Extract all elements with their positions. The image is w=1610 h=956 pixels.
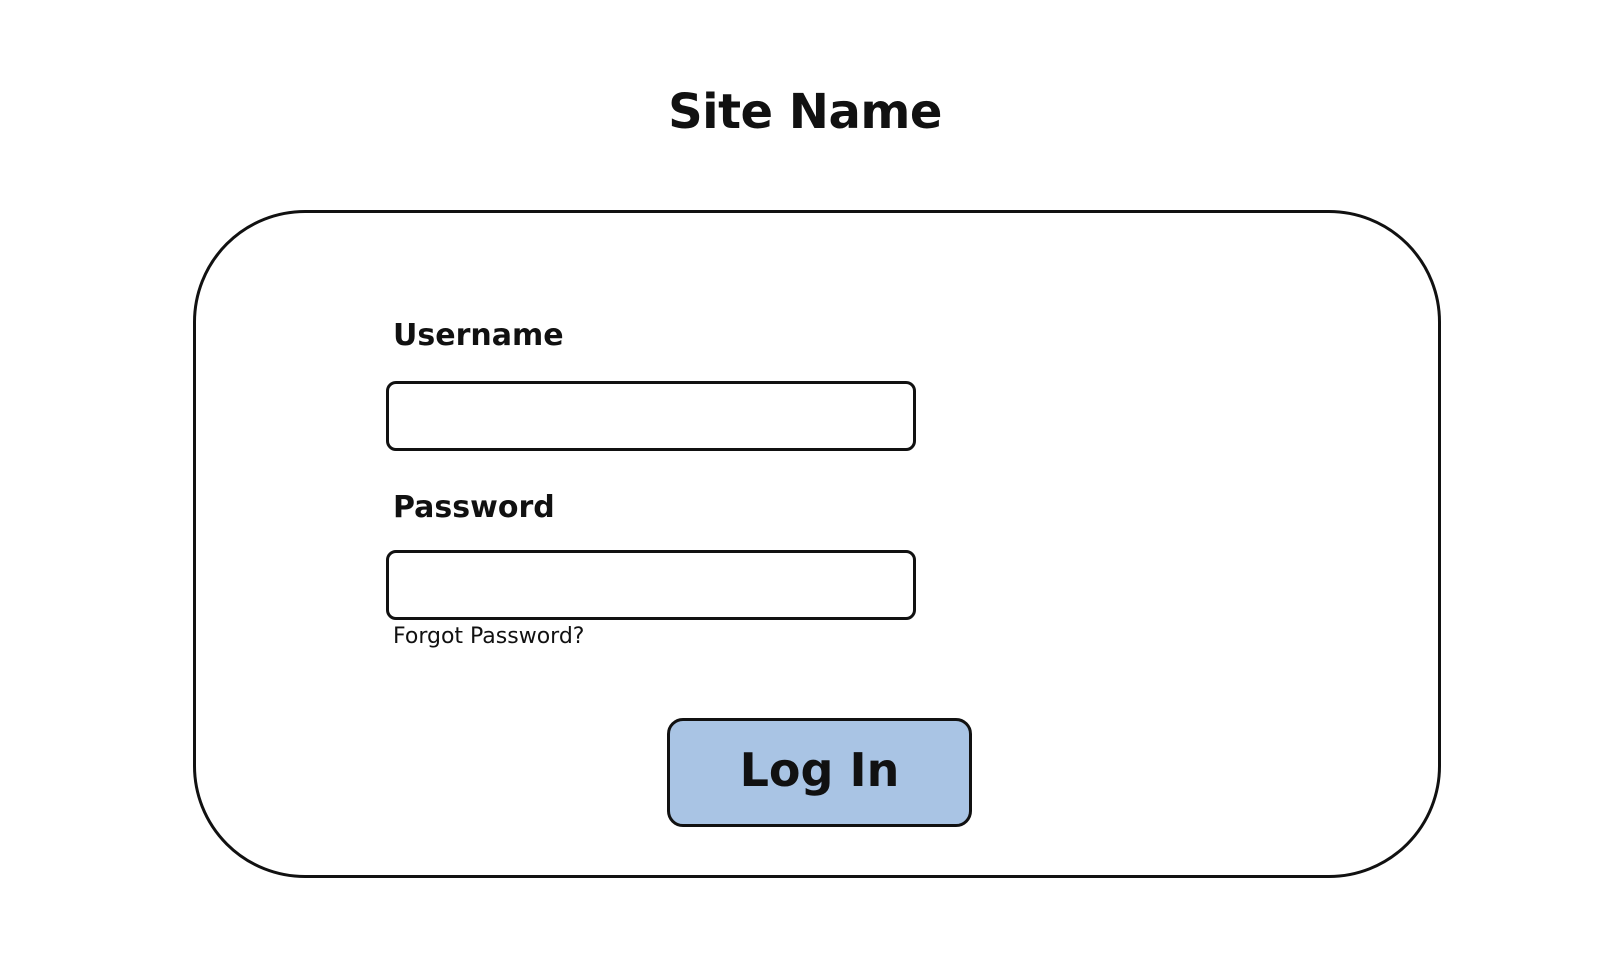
username-label: Username: [393, 318, 564, 353]
login-card: Username Password Forgot Password? Log I…: [193, 210, 1441, 878]
log-in-button[interactable]: Log In: [667, 718, 972, 827]
site-name-title: Site Name: [668, 84, 942, 140]
username-input[interactable]: [386, 381, 916, 451]
password-input[interactable]: [386, 550, 916, 620]
forgot-password-link[interactable]: Forgot Password?: [393, 623, 584, 651]
login-page: Site Name Username Password Forgot Passw…: [0, 0, 1610, 956]
password-label: Password: [393, 490, 555, 525]
